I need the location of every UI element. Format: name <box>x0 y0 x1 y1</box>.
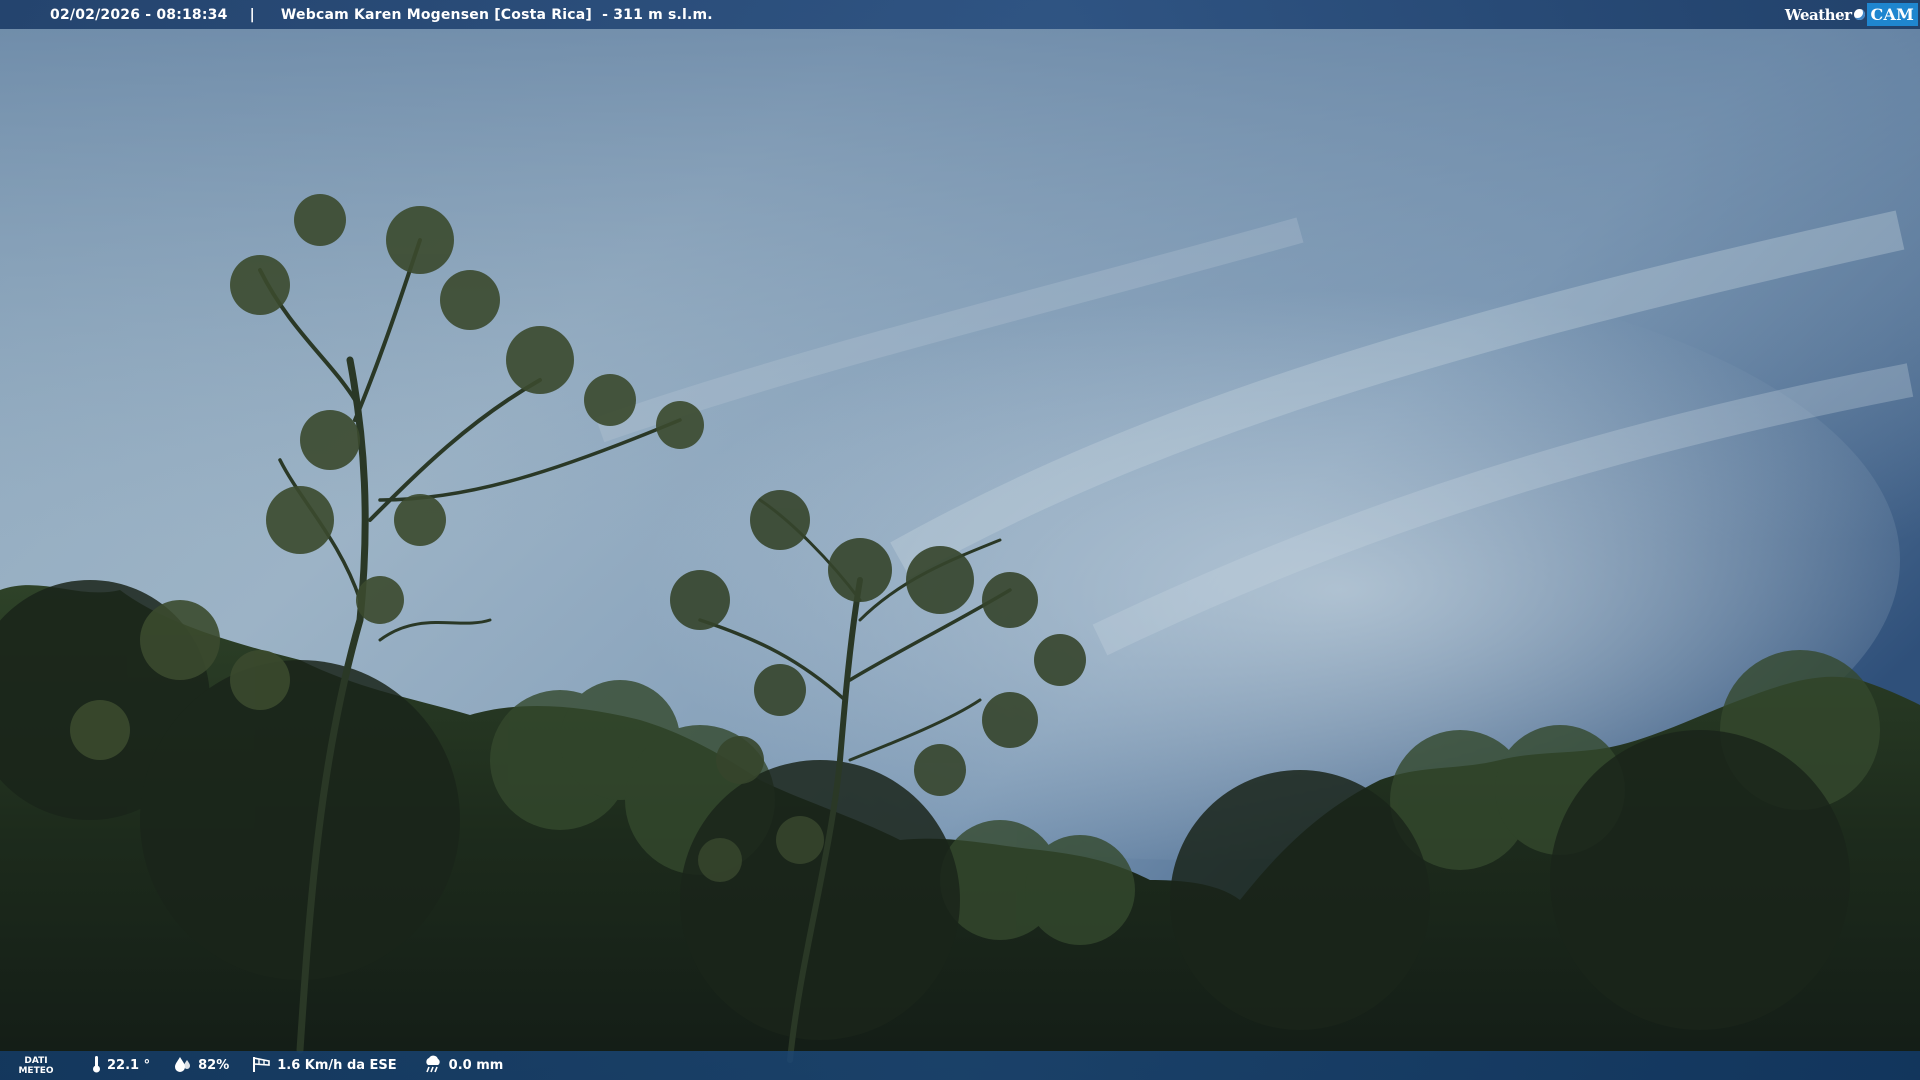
title-separator: | <box>249 6 255 23</box>
thermometer-icon <box>92 1055 107 1077</box>
rain-cloud-icon <box>423 1055 449 1077</box>
rain-value: 0.0 mm <box>448 1058 504 1073</box>
temperature-metric: 22.1 ° <box>92 1055 150 1077</box>
logo-dot-icon <box>1853 9 1865 20</box>
humidity-metric: 82% <box>174 1055 229 1077</box>
logo-cam-text: CAM <box>1866 3 1918 26</box>
webcam-title: Webcam Karen Mogensen [Costa Rica] - 311… <box>280 6 713 23</box>
weather-data-label: DATI METEO <box>18 1056 54 1076</box>
weather-data-bar: DATI METEO 22.1 ° 82% 1.6 Km/h da ESE 0.… <box>0 1051 1920 1080</box>
logo-weather-text: Weather <box>1784 5 1852 24</box>
rain-metric: 0.0 mm <box>423 1055 504 1077</box>
humidity-value: 82% <box>198 1058 230 1073</box>
weather-data-label-line2: METEO <box>18 1065 54 1076</box>
capture-datetime: 02/02/2026 - 08:18:34 <box>50 6 228 23</box>
wind-value: 1.6 Km/h da ESE <box>277 1058 397 1073</box>
water-drops-icon <box>174 1055 198 1077</box>
webcam-photo <box>0 0 1920 1080</box>
top-info-bar: 02/02/2026 - 08:18:34 | Webcam Karen Mog… <box>0 0 1920 29</box>
temperature-value: 22.1 ° <box>107 1058 151 1073</box>
wind-metric: 1.6 Km/h da ESE <box>251 1055 397 1077</box>
weather-data-label-line1: DATI <box>24 1055 48 1066</box>
windsock-icon <box>251 1055 277 1077</box>
weathercam-logo[interactable]: Weather CAM <box>1785 3 1918 26</box>
